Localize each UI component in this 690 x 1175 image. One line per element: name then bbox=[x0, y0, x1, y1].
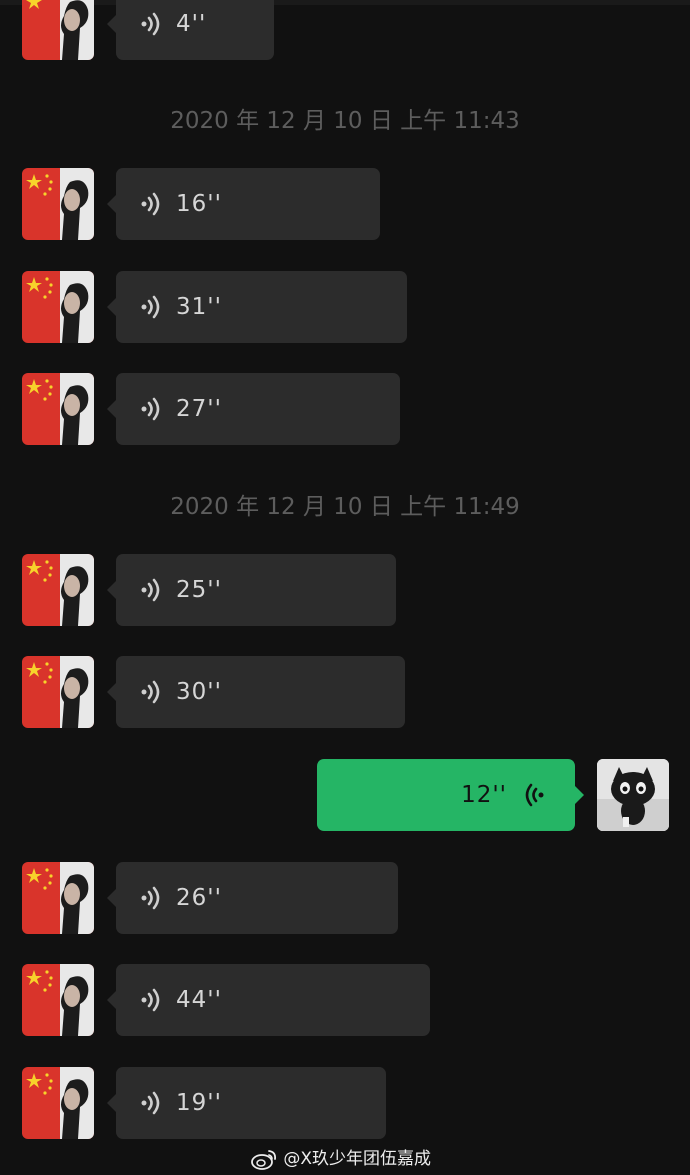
voice-wave-icon bbox=[141, 192, 160, 216]
voice-bubble[interactable]: 26'' bbox=[107, 862, 398, 934]
flag-portrait-icon bbox=[22, 862, 94, 934]
voice-wave-icon bbox=[141, 578, 160, 602]
voice-message-received: 27'' bbox=[0, 373, 690, 445]
voice-bubble[interactable]: 27'' bbox=[107, 373, 400, 445]
voice-wave-icon bbox=[141, 988, 160, 1012]
voice-duration: 31'' bbox=[176, 294, 222, 320]
contact-avatar[interactable] bbox=[22, 656, 94, 728]
contact-avatar[interactable] bbox=[22, 554, 94, 626]
self-avatar[interactable] bbox=[597, 759, 669, 831]
voice-message-received: 30'' bbox=[0, 656, 690, 728]
watermark-text: @X玖少年团伍嘉成 bbox=[283, 1149, 432, 1169]
flag-portrait-icon bbox=[22, 1067, 94, 1139]
flag-portrait-icon bbox=[22, 964, 94, 1036]
voice-message-received: 31'' bbox=[0, 271, 690, 343]
voice-wave-icon bbox=[141, 1091, 160, 1115]
voice-message-received: 16'' bbox=[0, 168, 690, 240]
voice-duration: 26'' bbox=[176, 885, 222, 911]
voice-wave-icon bbox=[525, 783, 544, 807]
flag-portrait-icon bbox=[22, 271, 94, 343]
voice-duration: 27'' bbox=[176, 396, 222, 422]
watermark: @X玖少年团伍嘉成 bbox=[250, 1146, 431, 1172]
voice-message-received: 4'' bbox=[0, 0, 690, 60]
voice-wave-icon bbox=[141, 680, 160, 704]
flag-portrait-icon bbox=[22, 373, 94, 445]
timestamp: 2020 年 12 月 10 日 上午 11:43 bbox=[170, 108, 520, 134]
voice-bubble[interactable]: 44'' bbox=[107, 964, 430, 1036]
voice-wave-icon bbox=[141, 397, 160, 421]
contact-avatar[interactable] bbox=[22, 168, 94, 240]
flag-portrait-icon bbox=[22, 168, 94, 240]
voice-message-received: 19'' bbox=[0, 1067, 690, 1139]
flag-portrait-icon bbox=[22, 656, 94, 728]
flag-portrait-icon bbox=[22, 554, 94, 626]
voice-bubble[interactable]: 4'' bbox=[107, 0, 274, 60]
voice-duration: 30'' bbox=[176, 679, 222, 705]
voice-bubble[interactable]: 19'' bbox=[107, 1067, 386, 1139]
voice-bubble[interactable]: 16'' bbox=[107, 168, 380, 240]
voice-message-received: 44'' bbox=[0, 964, 690, 1036]
contact-avatar[interactable] bbox=[22, 862, 94, 934]
flag-portrait-icon bbox=[22, 0, 94, 60]
voice-wave-icon bbox=[141, 886, 160, 910]
contact-avatar[interactable] bbox=[22, 1067, 94, 1139]
contact-avatar[interactable] bbox=[22, 0, 94, 60]
voice-duration: 44'' bbox=[176, 987, 222, 1013]
voice-duration: 16'' bbox=[176, 191, 222, 217]
contact-avatar[interactable] bbox=[22, 964, 94, 1036]
voice-duration: 12'' bbox=[461, 782, 507, 808]
voice-bubble[interactable]: 30'' bbox=[107, 656, 405, 728]
voice-message-received: 25'' bbox=[0, 554, 690, 626]
voice-bubble-sent[interactable]: 12'' bbox=[317, 759, 584, 831]
contact-avatar[interactable] bbox=[22, 373, 94, 445]
voice-duration: 19'' bbox=[176, 1090, 222, 1116]
timestamp: 2020 年 12 月 10 日 上午 11:49 bbox=[170, 494, 520, 520]
black-cat-icon bbox=[597, 759, 669, 831]
voice-duration: 4'' bbox=[176, 11, 207, 37]
contact-avatar[interactable] bbox=[22, 271, 94, 343]
voice-duration: 25'' bbox=[176, 577, 222, 603]
voice-wave-icon bbox=[141, 12, 160, 36]
voice-bubble[interactable]: 25'' bbox=[107, 554, 396, 626]
voice-wave-icon bbox=[141, 295, 160, 319]
voice-message-sent: 12'' bbox=[0, 759, 690, 831]
weibo-icon bbox=[251, 1150, 277, 1170]
voice-message-received: 26'' bbox=[0, 862, 690, 934]
voice-bubble[interactable]: 31'' bbox=[107, 271, 407, 343]
